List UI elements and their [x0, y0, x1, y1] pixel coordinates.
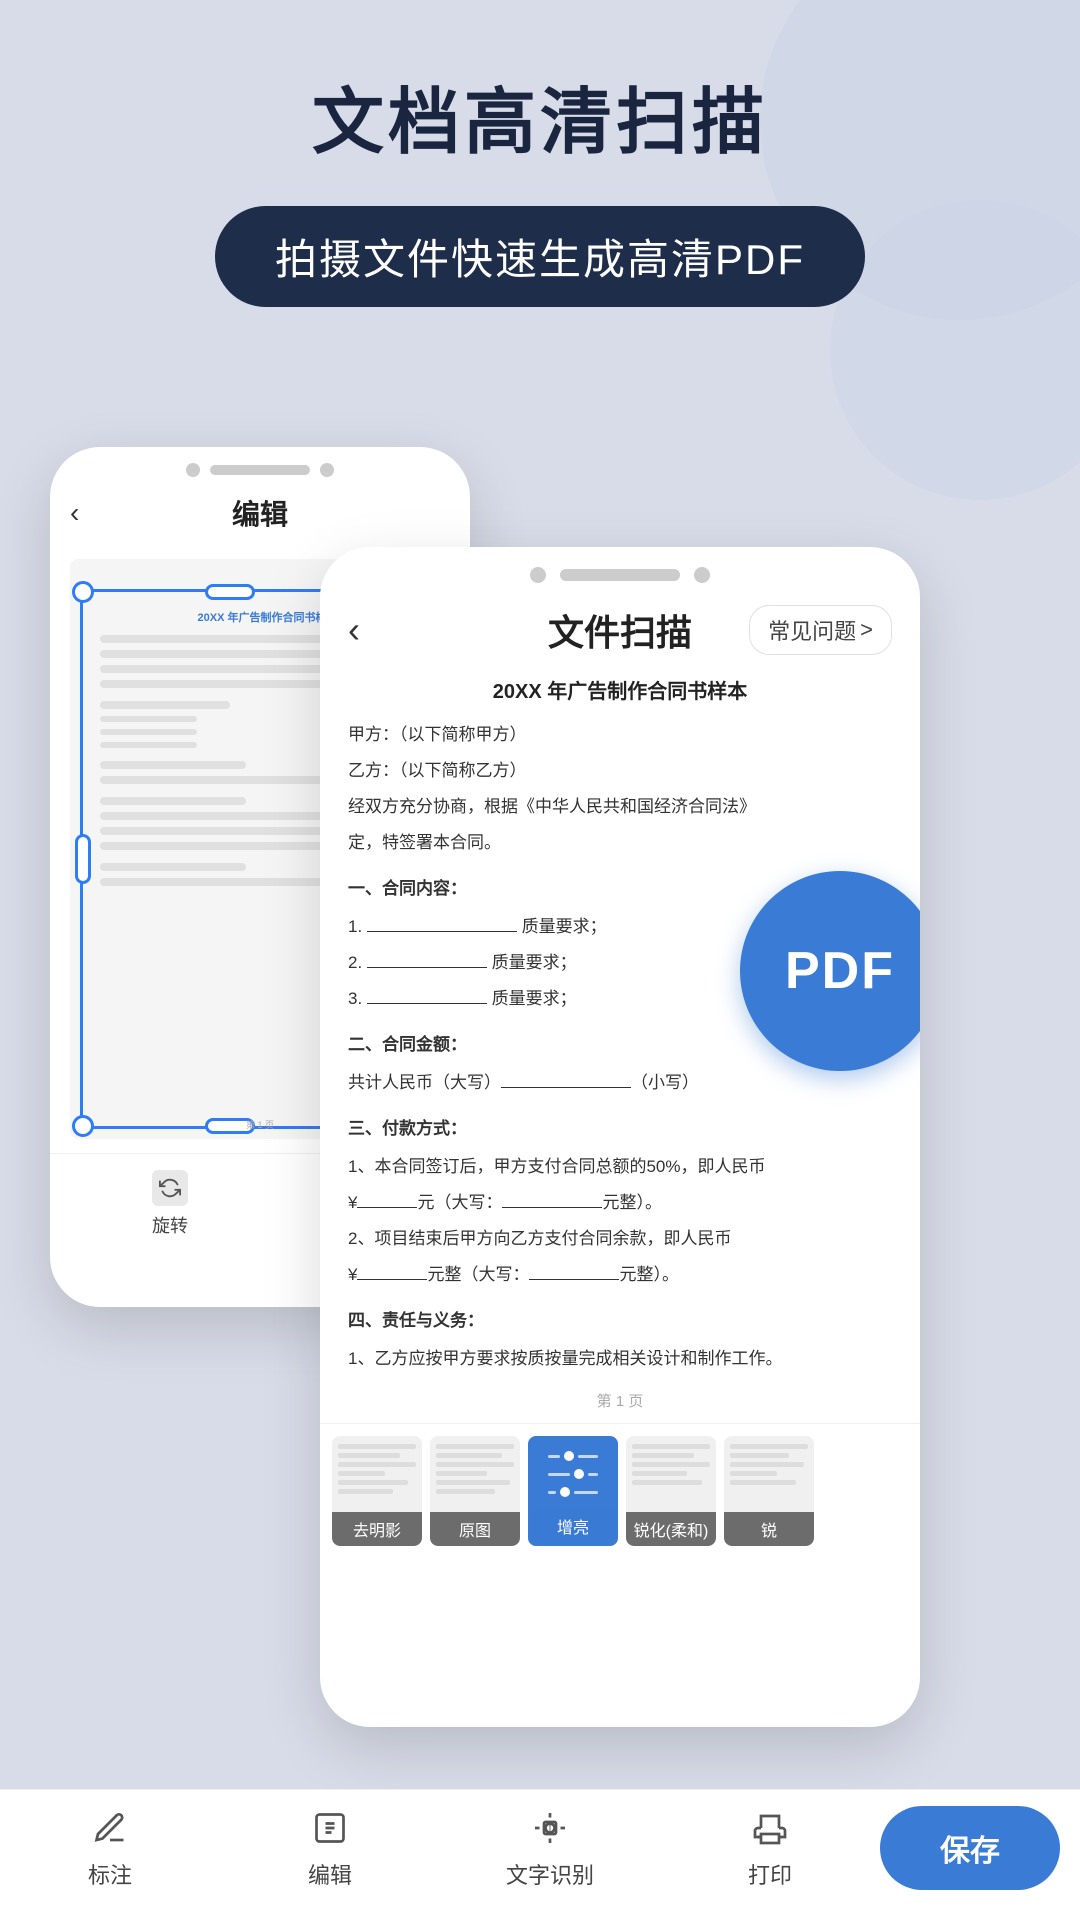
subtitle-pill: 拍摄文件快速生成高清PDF — [215, 206, 865, 307]
page-num-front: 第 1 页 — [348, 1390, 892, 1411]
faq-arrow: > — [860, 617, 873, 643]
phone-front-header: ‹ 文件扫描 常见问题 > — [320, 597, 920, 671]
doc-line-3: 经双方充分协商，根据《中华人民共和国经济合同法》 — [348, 790, 892, 824]
rotate-icon — [152, 1170, 188, 1206]
doc-main-title: 20XX 年广告制作合同书样本 — [348, 671, 892, 704]
notch-bar-2 — [560, 569, 680, 581]
rotate-tool[interactable]: 旋转 — [152, 1170, 188, 1238]
pdf-badge-text: PDF — [785, 941, 895, 1001]
thumbnail-label-3: 增亮 — [531, 1509, 615, 1543]
phone-front-back-btn[interactable]: ‹ — [348, 609, 360, 651]
nav-print-label: 打印 — [748, 1858, 792, 1890]
faq-label: 常见问题 — [768, 614, 856, 646]
ocr-icon: T — [528, 1806, 572, 1850]
doc-line-4: 定，特签署本合同。 — [348, 826, 892, 860]
thumb-lines-4 — [626, 1436, 716, 1497]
thumbnail-3[interactable]: 增亮 — [528, 1436, 618, 1546]
doc-scroll: PDF 20XX 年广告制作合同书样本 甲方：（以下简称甲方） 乙方：（以下简称… — [320, 671, 920, 1411]
sliders-icon — [548, 1451, 598, 1497]
doc-line — [100, 701, 230, 709]
doc-line — [100, 742, 197, 748]
nav-ocr[interactable]: T 文字识别 — [440, 1806, 660, 1890]
doc-line — [100, 863, 246, 871]
slider-dot — [564, 1451, 574, 1461]
doc-line-16: 四、责任与义务： — [348, 1304, 892, 1338]
doc-line — [100, 797, 246, 805]
slider-dot — [574, 1469, 584, 1479]
thumbnail-5[interactable]: 锐 — [724, 1436, 814, 1546]
doc-line-17: 1、乙方应按甲方要求按质按量完成相关设计和制作工作。 — [348, 1342, 892, 1376]
svg-text:T: T — [547, 1823, 553, 1833]
doc-line — [100, 716, 197, 722]
slider-line — [548, 1473, 570, 1476]
notch-dot-3 — [530, 567, 546, 583]
phone-back-notch — [50, 447, 470, 487]
thumbnail-label-1: 去明影 — [332, 1512, 422, 1546]
nav-annotate-label: 标注 — [88, 1858, 132, 1890]
doc-line-10: 共计人民币（大写）（小写） — [348, 1066, 892, 1100]
doc-line — [100, 680, 327, 688]
thumbnails-strip: 去明影 原图 — [320, 1423, 920, 1558]
doc-line — [100, 761, 246, 769]
thumb-lines-5 — [724, 1436, 814, 1497]
thumb-lines-1 — [332, 1436, 422, 1506]
nav-ocr-label: 文字识别 — [506, 1858, 594, 1890]
rotate-label: 旋转 — [152, 1212, 188, 1238]
header-section: 文档高清扫描 拍摄文件快速生成高清PDF — [0, 0, 1080, 367]
nav-edit[interactable]: 编辑 — [220, 1806, 440, 1890]
slider-row-2 — [548, 1469, 598, 1479]
doc-line — [100, 729, 197, 735]
faq-button[interactable]: 常见问题 > — [749, 605, 892, 655]
slider-row-1 — [548, 1451, 598, 1461]
active-thumb-icon — [531, 1439, 615, 1509]
thumbnail-4[interactable]: 锐化(柔和) — [626, 1436, 716, 1546]
slider-line — [574, 1491, 598, 1494]
print-icon — [748, 1806, 792, 1850]
thumbnail-2[interactable]: 原图 — [430, 1436, 520, 1546]
main-title: 文档高清扫描 — [0, 80, 1080, 166]
phones-container: ‹ 编辑 20XX 年广告制作合同书样 — [0, 387, 1080, 1787]
doc-line-14: 2、项目结束后甲方向乙方支付合同余款，即人民币 — [348, 1222, 892, 1256]
doc-line-1: 甲方：（以下简称甲方） — [348, 718, 892, 752]
thumbnail-label-4: 锐化(柔和) — [626, 1512, 716, 1546]
thumbnail-1[interactable]: 去明影 — [332, 1436, 422, 1546]
underline-1 — [367, 931, 517, 932]
slider-line — [548, 1455, 560, 1458]
slider-line — [578, 1455, 598, 1458]
notch-bar — [210, 465, 310, 475]
slider-dot — [560, 1487, 570, 1497]
subtitle-text: 拍摄文件快速生成高清PDF — [275, 236, 805, 283]
phone-front-title: 文件扫描 — [548, 604, 692, 656]
notch-dot-2 — [320, 463, 334, 477]
thumbnail-label-5: 锐 — [724, 1512, 814, 1546]
phone-back-title: 编辑 — [232, 493, 288, 533]
save-button[interactable]: 保存 — [880, 1806, 1060, 1890]
notch-dot-1 — [186, 463, 200, 477]
slider-line — [588, 1473, 598, 1476]
thumb-lines-2 — [430, 1436, 520, 1506]
doc-line-2: 乙方：（以下简称乙方） — [348, 754, 892, 788]
notch-dot-4 — [694, 567, 710, 583]
phone-back-header: ‹ 编辑 — [50, 487, 470, 549]
thumbnail-label-2: 原图 — [430, 1512, 520, 1546]
pen-icon — [88, 1806, 132, 1850]
doc-line — [100, 635, 327, 643]
phone-front-notch — [320, 547, 920, 597]
phone-front: ‹ 文件扫描 常见问题 > PDF 20XX 年广告制作合同书样本 甲方：（以下… — [320, 547, 920, 1727]
nav-annotate[interactable]: 标注 — [0, 1806, 220, 1890]
slider-line — [548, 1491, 556, 1494]
doc-line-11: 三、付款方式： — [348, 1112, 892, 1146]
doc-line-13: ¥元（大写：元整）。 — [348, 1186, 892, 1220]
nav-edit-label: 编辑 — [308, 1858, 352, 1890]
edit-icon — [308, 1806, 352, 1850]
slider-row-3 — [548, 1487, 598, 1497]
back-button[interactable]: ‹ — [70, 497, 79, 529]
nav-print[interactable]: 打印 — [660, 1806, 880, 1890]
doc-line-15: ¥元整（大写：元整）。 — [348, 1258, 892, 1292]
doc-line-12: 1、本合同签订后，甲方支付合同总额的50%，即人民币 — [348, 1150, 892, 1184]
bottom-nav: 标注 编辑 T 文字识别 — [0, 1789, 1080, 1920]
